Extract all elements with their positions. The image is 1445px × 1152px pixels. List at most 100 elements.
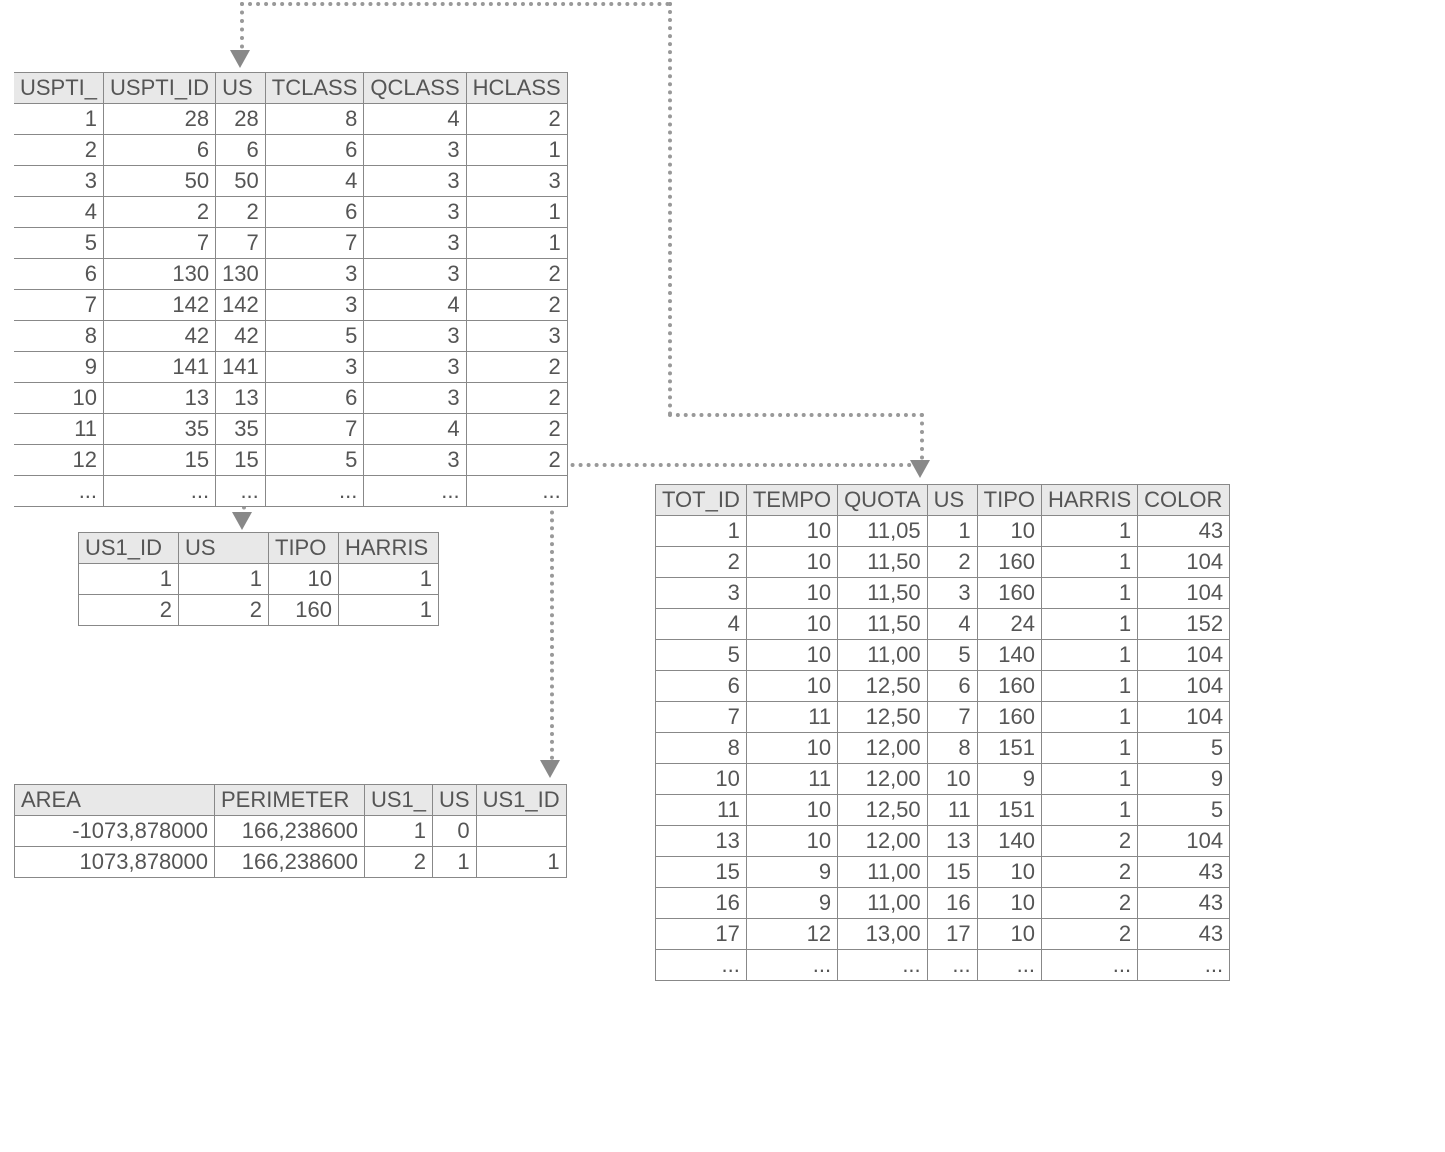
table-row: 11011,05110143 [656,516,1230,547]
table-row: 84242533 [14,321,567,352]
table-cell: 10 [977,857,1041,888]
table-cell: 16 [927,888,977,919]
table-row: 171213,001710243 [656,919,1230,950]
table-cell: 12,00 [838,733,928,764]
table-row: 16911,001610243 [656,888,1230,919]
table-cell: 2 [466,383,567,414]
table-cell: 1 [1042,609,1138,640]
table-cell: 10 [977,919,1041,950]
table-cell: 15 [927,857,977,888]
col-header: US [433,785,477,816]
table-cell: 42 [104,321,216,352]
table-cell: 3 [364,445,466,476]
table-cell: ... [466,476,567,507]
table-cell: 13 [216,383,266,414]
table-cell: 1 [1042,578,1138,609]
table-cell: ... [977,950,1041,981]
table-cell: 3 [656,578,747,609]
table-cell: 5 [265,445,364,476]
table-cell: ... [265,476,364,507]
table-cell: 10 [656,764,747,795]
table-cell: 1 [1042,733,1138,764]
table-cell: 2 [466,290,567,321]
col-header: USPTI_ID [104,73,216,104]
table-cell: 4 [14,197,104,228]
table-cell: 5 [265,321,364,352]
table-cell: 15 [104,445,216,476]
table-cell: 2 [466,352,567,383]
table-cell: 6 [927,671,977,702]
table-cell: 11 [14,414,104,445]
table-cell: 3 [466,166,567,197]
table-cell: 6 [656,671,747,702]
table-row: 221601 [79,595,439,626]
col-header: US [216,73,266,104]
arrow-down-icon [910,460,930,478]
col-header: HARRIS [339,533,439,564]
table-cell: 7 [656,702,747,733]
table-cell: 152 [1138,609,1230,640]
table-row: 15911,001510243 [656,857,1230,888]
table-cell: 3 [364,383,466,414]
table-cell: 43 [1138,516,1230,547]
table-cell: 2 [179,595,269,626]
table-row: .................. [14,476,567,507]
table-cell: 142 [216,290,266,321]
table-cell: 6 [265,383,364,414]
table-cell: 2 [1042,888,1138,919]
table-cell: 10 [927,764,977,795]
table-cell: 8 [265,104,364,135]
table-cell: 3 [364,135,466,166]
table-cell: 7 [265,414,364,445]
table-row: 7142142342 [14,290,567,321]
col-header: HARRIS [1042,485,1138,516]
table-cell: 11 [656,795,747,826]
table-cell: 9 [1138,764,1230,795]
table-cell: 4 [364,414,466,445]
table-cell: 2 [466,259,567,290]
table-cell: 11,50 [838,578,928,609]
connector-line [240,2,244,57]
table-cell: 2 [656,547,747,578]
table-cell: 140 [977,826,1041,857]
table-cell: 10 [746,733,837,764]
table-cell: 2 [466,445,567,476]
table-cell: 10 [746,578,837,609]
table-cell: 42 [216,321,266,352]
table-cell: 2 [14,135,104,166]
table-cell: 35 [104,414,216,445]
table-cell: 12,00 [838,826,928,857]
col-header: PERIMETER [215,785,365,816]
table-cell: 9 [746,888,837,919]
table-cell: 12,50 [838,702,928,733]
table-cell: 4 [364,104,466,135]
table-cell: 1 [476,847,566,878]
table-cell: 5 [1138,795,1230,826]
table-cell: 4 [656,609,747,640]
table-cell: 5 [1138,733,1230,764]
table-cell: 10 [746,640,837,671]
table-cell: 6 [104,135,216,166]
table-cell: 8 [656,733,747,764]
table-cell: 50 [104,166,216,197]
table-row: 35050433 [14,166,567,197]
col-header: QUOTA [838,485,928,516]
col-header: TEMPO [746,485,837,516]
table-cell: 6 [265,135,364,166]
table-row: -1073,878000166,23860010 [15,816,567,847]
table-cell: 1 [14,104,104,135]
table-cell: 28 [216,104,266,135]
table-cell: 7 [14,290,104,321]
table-cell: 12 [14,445,104,476]
table-row: 21011,5021601104 [656,547,1230,578]
table-cell: 7 [927,702,977,733]
table-cell: 1073,878000 [15,847,215,878]
table-cell: 1 [1042,795,1138,826]
table-cell: 160 [977,671,1041,702]
table-cell: 10 [746,547,837,578]
table-cell: 160 [269,595,339,626]
table-row: 81012,00815115 [656,733,1230,764]
table-cell: 1 [1042,702,1138,733]
table-cell: 6 [265,197,364,228]
table-cell: 3 [364,166,466,197]
